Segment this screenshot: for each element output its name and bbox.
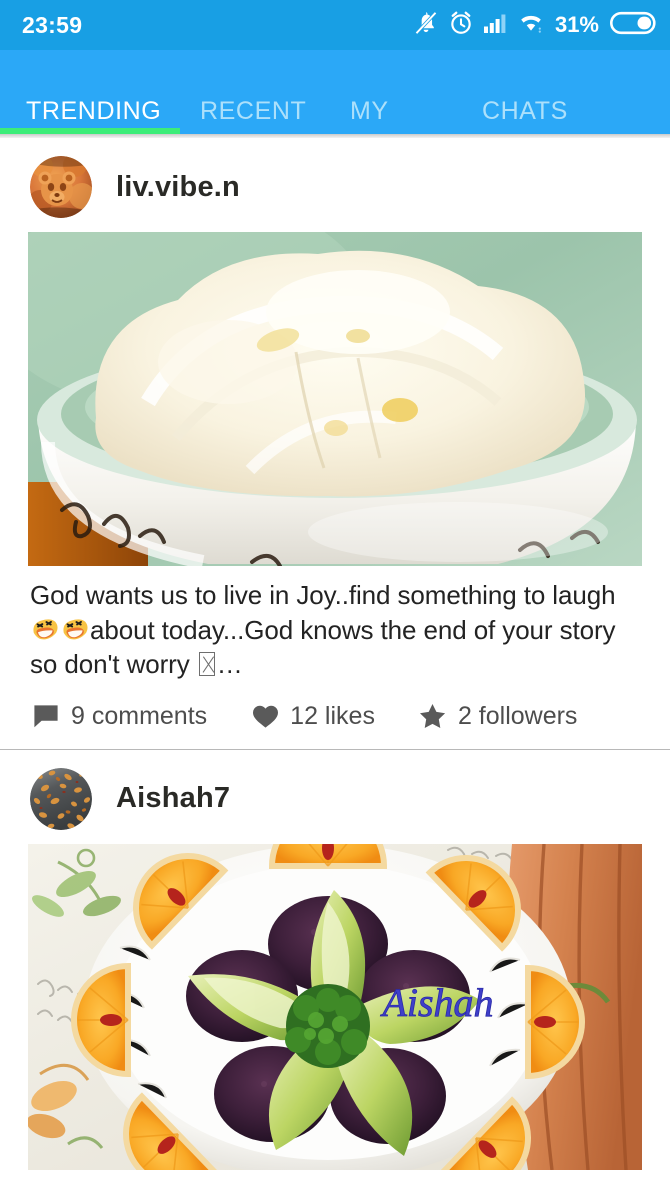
status-icons-group: 31% xyxy=(413,10,656,41)
post-caption: God wants us to live in Joy..find someth… xyxy=(0,566,670,688)
alarm-clock-icon xyxy=(448,10,474,41)
rolling-on-the-floor-laughing-emoji xyxy=(60,614,90,644)
feed-post[interactable]: liv.vibe.n God wants us to live in Joy..… xyxy=(0,138,670,749)
caption-ellipsis: … xyxy=(216,649,243,680)
rolling-on-the-floor-laughing-emoji xyxy=(30,614,60,644)
post-header[interactable]: Aishah7 xyxy=(0,750,670,844)
tab-trending[interactable]: TRENDING xyxy=(26,97,161,126)
comments-label: 9 comments xyxy=(71,701,208,730)
tab-recent[interactable]: RECENT xyxy=(200,97,306,126)
heart-icon xyxy=(251,704,279,729)
likes-button[interactable]: 12 likes xyxy=(251,702,375,731)
tab-row: TRENDING RECENT MY CHATS xyxy=(0,50,670,128)
post-image-orange-avocado-platter[interactable]: Aishah xyxy=(28,843,642,1170)
avatar-autumn-leaves[interactable] xyxy=(30,767,92,830)
post-actions: 9 comments 12 likes 2 followers xyxy=(0,688,670,749)
comments-button[interactable]: 9 comments xyxy=(32,702,207,731)
tab-chats[interactable]: CHATS xyxy=(482,97,568,126)
followers-button[interactable]: 2 followers xyxy=(419,701,578,731)
cellular-signal-icon xyxy=(483,12,509,39)
image-watermark: Aishah xyxy=(379,980,493,1025)
comment-bubble-icon xyxy=(32,704,60,728)
likes-label: 12 likes xyxy=(290,701,375,730)
caption-line-1: God wants us to live in Joy..find someth… xyxy=(30,580,616,610)
bell-muted-icon xyxy=(413,10,439,41)
post-username[interactable]: liv.vibe.n xyxy=(116,171,240,204)
post-header[interactable]: liv.vibe.n xyxy=(0,138,670,232)
battery-percentage-label: 31% xyxy=(554,12,599,37)
post-username[interactable]: Aishah7 xyxy=(116,782,230,815)
status-clock: 23:59 xyxy=(22,11,83,38)
status-bar: 23:59 31% xyxy=(0,0,670,50)
caption-line-3: so don't worry xyxy=(30,649,190,680)
followers-label: 2 followers xyxy=(457,701,578,730)
feed-post[interactable]: Aishah7 Aishah xyxy=(0,749,670,1170)
missing-glyph-box xyxy=(198,652,215,677)
tab-my[interactable]: MY xyxy=(350,97,389,126)
feed-list[interactable]: liv.vibe.n God wants us to live in Joy..… xyxy=(0,138,670,1170)
post-image-whipped-cream-bowl[interactable] xyxy=(28,232,642,566)
wifi-icon xyxy=(518,12,544,39)
star-icon xyxy=(419,703,447,729)
battery-icon xyxy=(609,10,656,41)
tab-active-indicator xyxy=(0,128,180,134)
caption-line-2: about today...God knows the end of your … xyxy=(90,614,616,645)
tab-bar: TRENDING RECENT MY CHATS xyxy=(0,50,670,134)
avatar-bear-cookies[interactable] xyxy=(30,156,92,218)
